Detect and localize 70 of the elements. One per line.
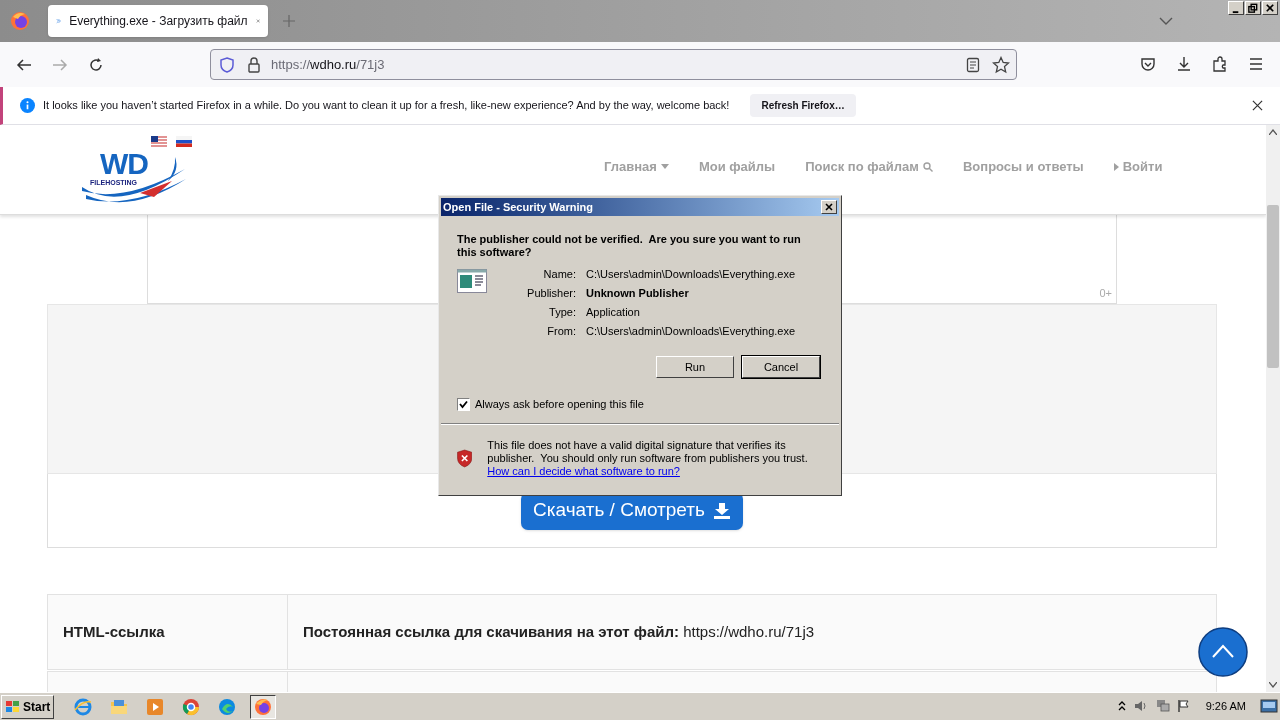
chrome-icon bbox=[182, 697, 201, 716]
refresh-firefox-button[interactable]: Refresh Firefox… bbox=[750, 94, 856, 117]
checkbox-label: Always ask before opening this file bbox=[475, 397, 644, 412]
warning-message: This file does not have a valid digital signature that verifies its publisher. You should only run software from publishers you trust. bbox=[487, 438, 809, 465]
star-icon[interactable] bbox=[992, 55, 1010, 74]
puzzle-icon[interactable] bbox=[1212, 56, 1228, 72]
windows-logo-icon bbox=[5, 699, 21, 714]
dialog-button[interactable]: Cancel bbox=[742, 356, 820, 378]
russia-flag-icon[interactable] bbox=[176, 136, 192, 147]
restore-icon[interactable] bbox=[1245, 1, 1261, 15]
logo-text: WD bbox=[100, 151, 148, 177]
us-flag-icon[interactable] bbox=[151, 136, 167, 147]
chevron-up-icon[interactable] bbox=[1117, 700, 1126, 712]
field-label: Publisher: bbox=[526, 286, 576, 300]
reload-icon[interactable] bbox=[88, 56, 104, 73]
scrollbar[interactable] bbox=[1266, 125, 1280, 692]
firefox-icon bbox=[254, 697, 273, 716]
dialog-button[interactable]: Run bbox=[656, 356, 734, 378]
chevron-down-icon[interactable] bbox=[1159, 16, 1173, 26]
caret-up-icon bbox=[1269, 129, 1277, 135]
field-label: From: bbox=[546, 324, 576, 338]
desktop-icon[interactable] bbox=[1260, 699, 1278, 713]
firefox-logo-icon[interactable] bbox=[10, 11, 30, 31]
speaker-icon[interactable] bbox=[1133, 699, 1148, 713]
shield-icon[interactable] bbox=[219, 56, 235, 73]
table-cell-text: Постоянная ссылка для скачивания на этот файл: https://wdho.ru/71j3 bbox=[302, 621, 816, 642]
caret-down-icon bbox=[1269, 682, 1277, 688]
start-button[interactable]: Start bbox=[1, 694, 55, 719]
lock-icon bbox=[247, 56, 261, 73]
field-value: C:\Users\admin\Downloads\Everything.exe bbox=[586, 324, 796, 338]
field-value: Application bbox=[586, 305, 641, 319]
caret-down-icon bbox=[660, 164, 669, 170]
back-arrow-icon[interactable] bbox=[16, 56, 32, 73]
pocket-icon[interactable] bbox=[1140, 56, 1156, 72]
info-icon bbox=[20, 98, 35, 113]
table-cell: HTML-ссылка bbox=[48, 595, 288, 669]
address-bar[interactable]: https://wdho.ru/71j3 bbox=[210, 49, 1017, 80]
media-player-icon bbox=[146, 697, 165, 716]
edge-icon bbox=[218, 697, 237, 716]
minimize-icon[interactable] bbox=[1228, 1, 1244, 15]
application-icon bbox=[457, 269, 487, 293]
download-icon[interactable] bbox=[1176, 56, 1192, 72]
url-text: https://wdho.ru/71j3 bbox=[271, 55, 385, 74]
warning-question: The publisher could not be verified. Are you sure you want to run this software? bbox=[457, 233, 802, 259]
field-value: Unknown Publisher bbox=[586, 286, 690, 300]
view-counter: 0+ bbox=[1099, 285, 1112, 301]
reader-view-icon[interactable] bbox=[966, 56, 980, 73]
clock: 9:26 AM bbox=[1205, 698, 1246, 714]
menu-icon[interactable] bbox=[1248, 56, 1264, 72]
folder-icon bbox=[110, 697, 129, 716]
checkmark-icon bbox=[459, 399, 468, 409]
checkbox[interactable] bbox=[457, 397, 470, 411]
close-icon[interactable] bbox=[1252, 100, 1263, 111]
scrollbar-thumb[interactable] bbox=[1267, 205, 1279, 368]
field-value: C:\Users\admin\Downloads\Everything.exe bbox=[586, 267, 796, 281]
flag-icon[interactable] bbox=[1177, 699, 1190, 713]
tab-title: Everything.exe - Загрузить файл bbox=[69, 13, 248, 30]
browser-tab[interactable]: Everything.exe - Загрузить файл bbox=[48, 5, 268, 37]
browser-e-icon bbox=[74, 697, 93, 716]
download-icon bbox=[712, 501, 731, 520]
network-icon[interactable] bbox=[1155, 699, 1170, 713]
taskbar-button[interactable] bbox=[250, 694, 277, 719]
field-label: Name: bbox=[542, 267, 576, 281]
field-label: Type: bbox=[548, 305, 576, 319]
scroll-to-top-button[interactable] bbox=[1198, 627, 1248, 677]
search-icon bbox=[922, 161, 933, 172]
help-link[interactable]: How can I decide what software to run? bbox=[487, 464, 680, 478]
caret-right-icon bbox=[1113, 162, 1119, 171]
dialog-title: Open File - Security Warning bbox=[443, 199, 594, 215]
notification-message: It looks like you haven’t started Firefox in a while. Do you want to clean it up for a fresh, like-new experience? And by the way, welcome back! bbox=[43, 98, 730, 114]
